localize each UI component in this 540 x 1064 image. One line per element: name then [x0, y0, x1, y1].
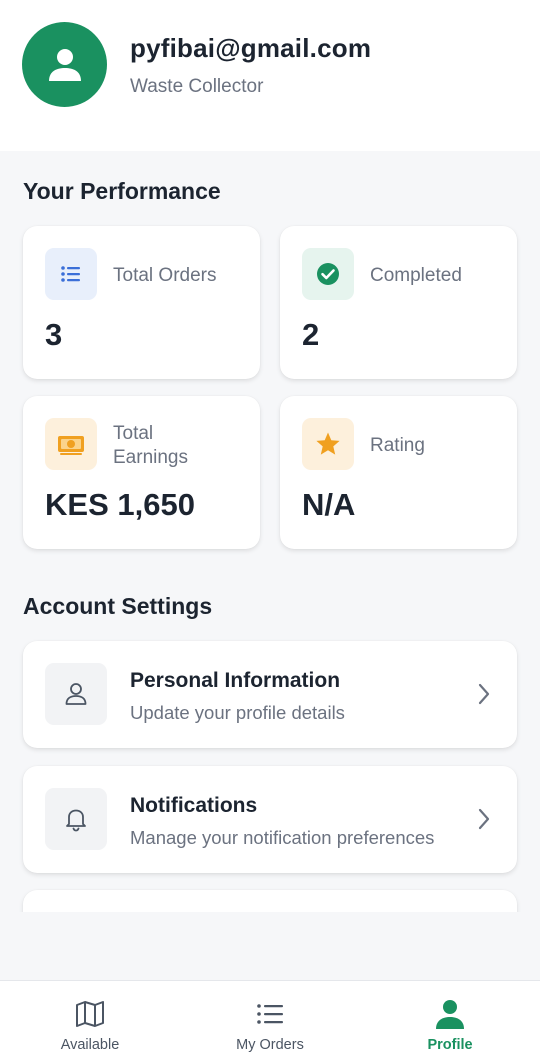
nav-item-profile[interactable]: Profile — [360, 981, 540, 1064]
stat-card-rating[interactable]: Rating N/A — [280, 396, 517, 549]
nav-label: My Orders — [236, 1037, 304, 1053]
stat-label: Total Earnings — [113, 423, 188, 468]
check-circle-icon — [302, 248, 354, 300]
avatar[interactable] — [22, 22, 107, 107]
user-email: pyfibai@gmail.com — [130, 33, 372, 63]
person-icon — [45, 663, 107, 725]
performance-title: Your Performance — [23, 178, 221, 204]
chevron-right-icon — [478, 808, 490, 830]
nav-label: Available — [60, 1037, 120, 1053]
person-icon — [48, 48, 81, 81]
nav-item-my-orders[interactable]: My Orders — [180, 981, 360, 1064]
user-role: Waste Collector — [130, 76, 264, 97]
stat-value: 3 — [45, 317, 63, 352]
list-icon — [45, 248, 97, 300]
money-icon — [45, 418, 97, 470]
stat-value: KES 1,650 — [45, 487, 195, 522]
setting-subtitle: Manage your notification preferences — [130, 827, 435, 848]
list-icon — [253, 997, 287, 1031]
chevron-right-icon — [478, 683, 490, 705]
map-icon — [73, 997, 107, 1031]
star-icon — [302, 418, 354, 470]
settings-item-personal-information[interactable]: Personal Information Update your profile… — [23, 641, 517, 748]
setting-title: Personal Information — [130, 669, 341, 692]
stat-label: Completed — [370, 265, 462, 286]
stat-label: Rating — [370, 435, 425, 456]
stat-value: 2 — [302, 317, 320, 352]
profile-screen: pyfibai@gmail.com Waste Collector Your P… — [0, 0, 540, 1064]
person-icon — [433, 997, 467, 1031]
settings-item-partial[interactable] — [23, 890, 517, 912]
settings-list-clip — [0, 888, 540, 912]
settings-item-notifications[interactable]: Notifications Manage your notification p… — [23, 766, 517, 873]
nav-item-available[interactable]: Available — [0, 981, 180, 1064]
setting-subtitle: Update your profile details — [130, 702, 345, 723]
stat-card-total-orders[interactable]: Total Orders 3 — [23, 226, 260, 379]
bell-icon — [45, 788, 107, 850]
stat-label: Total Orders — [113, 265, 217, 286]
nav-label: Profile — [427, 1037, 473, 1053]
account-settings-title: Account Settings — [23, 593, 213, 619]
bottom-navigation: Available My Orders Profile — [0, 980, 540, 1064]
stat-card-completed[interactable]: Completed 2 — [280, 226, 517, 379]
profile-header: pyfibai@gmail.com Waste Collector — [0, 0, 540, 151]
stat-value: N/A — [302, 487, 356, 522]
stat-card-total-earnings[interactable]: Total Earnings KES 1,650 — [23, 396, 260, 549]
setting-title: Notifications — [130, 794, 258, 817]
